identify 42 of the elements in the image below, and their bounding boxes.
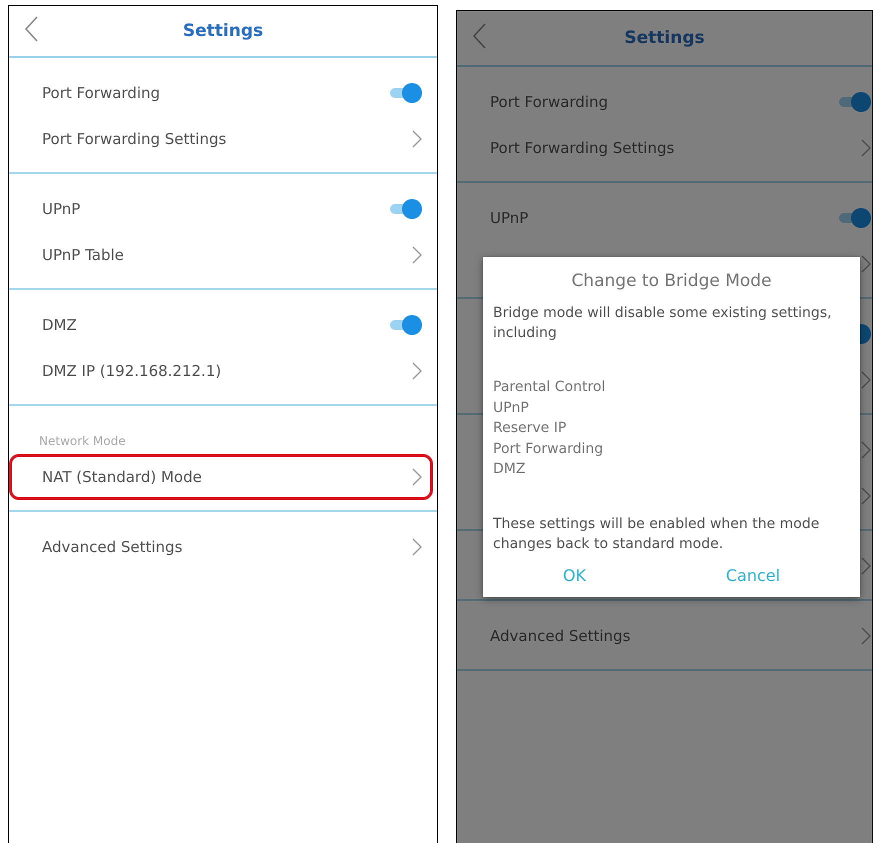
- chevron-icon: [861, 255, 871, 273]
- chevron-icon: [861, 627, 871, 645]
- setting-label[interactable]: UPnP: [42, 200, 80, 218]
- setting-label[interactable]: Port Forwarding: [42, 84, 160, 102]
- list-item: UPnP: [493, 398, 529, 418]
- screen-title: Settings: [182, 21, 264, 41]
- toggle-switch[interactable]: [837, 208, 871, 228]
- list-item: Port Forwarding: [493, 440, 604, 458]
- chevron-icon: [861, 371, 871, 389]
- setting-label[interactable]: Port Forwarding Settings: [42, 130, 226, 148]
- toggle-switch[interactable]: [388, 199, 422, 219]
- setting-label[interactable]: Advanced Settings: [42, 538, 182, 556]
- dialog-title: Change to Bridge Mode: [570, 271, 773, 291]
- chevron-icon: [861, 441, 871, 459]
- chevron-icon: [861, 557, 871, 575]
- list-item: Parental Control: [493, 378, 606, 397]
- list-item: DMZ: [493, 460, 526, 479]
- setting-label[interactable]: NAT (Standard) Mode: [42, 468, 202, 486]
- chevron-icon: [412, 468, 422, 486]
- setting-label[interactable]: Port Forwarding Settings: [490, 139, 674, 157]
- chevron-icon: [861, 139, 871, 157]
- setting-label[interactable]: Advanced Settings: [490, 627, 630, 645]
- chevron-icon: [412, 362, 422, 380]
- back-icon[interactable]: [25, 16, 39, 42]
- toggle-switch[interactable]: [837, 92, 871, 112]
- dialog-message: These settings will be enabled when the mode changes back to standard mode.: [493, 514, 820, 554]
- chevron-icon: [412, 246, 422, 264]
- back-icon[interactable]: [473, 23, 487, 49]
- chevron-icon: [861, 487, 871, 505]
- toggle-switch[interactable]: [388, 315, 422, 335]
- setting-label[interactable]: Port Forwarding: [490, 93, 608, 111]
- toggle-switch[interactable]: [388, 83, 422, 103]
- section-heading: Network Mode: [39, 434, 126, 448]
- chevron-icon: [412, 538, 422, 556]
- setting-label[interactable]: UPnP Table: [42, 246, 124, 264]
- chevron-icon: [412, 130, 422, 148]
- list-item: Reserve IP: [493, 419, 566, 438]
- dialog-message: Bridge mode will disable some existing settings, including: [493, 304, 833, 343]
- setting-label[interactable]: DMZ IP (192.168.212.1): [42, 362, 222, 380]
- setting-label[interactable]: DMZ: [42, 316, 77, 334]
- setting-label[interactable]: UPnP: [490, 209, 528, 227]
- screen-title: Settings: [624, 28, 705, 48]
